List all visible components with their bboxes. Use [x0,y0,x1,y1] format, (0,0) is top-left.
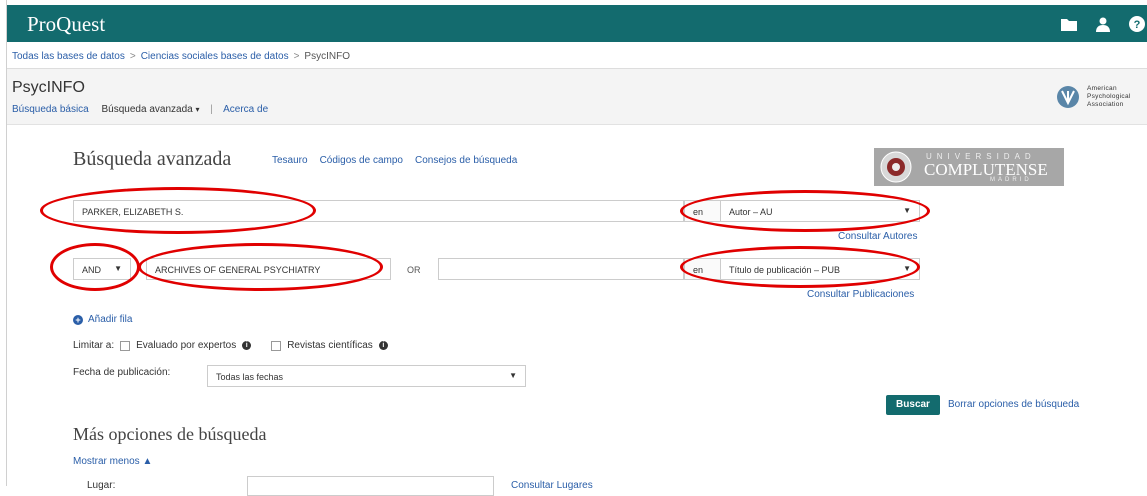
apa-logo: American Psychological Association [1055,81,1147,113]
search-tips-link[interactable]: Consejos de búsqueda [415,155,517,166]
thesaurus-link[interactable]: Tesauro [272,155,308,166]
university-seal-icon [880,151,912,183]
scholarly-journals-checkbox[interactable] [271,340,282,351]
database-nav: Búsqueda básica Búsqueda avanzada ▾ | Ac… [12,104,268,115]
publication-date-value: Todas las fechas [216,372,284,382]
search-help-links: Tesauro Códigos de campo Consejos de bús… [272,155,517,166]
info-icon[interactable]: i [242,341,252,350]
top-bar: ProQuest ? [7,5,1147,42]
browse-authors-link[interactable]: Consultar Autores [838,231,918,242]
search-term-2b-input[interactable] [438,258,684,280]
database-header: PsycINFO Búsqueda básica Búsqueda avanza… [7,69,1147,125]
peer-reviewed-label: Evaluado por expertos [136,340,237,351]
add-row-label: Añadir fila [88,314,133,325]
info-icon[interactable]: i [378,341,388,350]
browse-publications-link[interactable]: Consultar Publicaciones [807,289,914,300]
limit-label: Limitar a: [73,340,115,351]
caret-down-icon: ▾ [195,105,200,114]
user-icon[interactable] [1093,14,1113,34]
advanced-search-label: Búsqueda avanzada [101,104,193,115]
apa-line-3: Association [1087,101,1124,108]
peer-reviewed-checkbox[interactable] [120,340,131,351]
plus-circle-icon: + [73,314,83,325]
breadcrumb-all-databases[interactable]: Todas las bases de datos [12,51,125,62]
annotation-ellipse-author-field [680,190,930,232]
caret-down-icon: ▼ [509,371,517,380]
scholarly-journals-label: Revistas científicas [287,340,373,351]
more-options-heading: Más opciones de búsqueda [73,424,267,444]
left-border [0,0,7,486]
database-title: PsycINFO [12,79,85,96]
search-button[interactable]: Buscar [886,395,940,415]
annotation-ellipse-boolean [50,243,140,291]
complutense-logo: UNIVERSIDAD COMPLUTENSE MADRID [874,148,1064,186]
folder-icon[interactable] [1059,14,1079,34]
proquest-logo[interactable]: ProQuest [27,12,105,37]
breadcrumb: Todas las bases de datos > Ciencias social… [12,51,350,62]
apa-line-2: Psychological [1087,93,1131,100]
about-link[interactable]: Acerca de [223,104,268,115]
field-codes-link[interactable]: Códigos de campo [320,155,403,166]
ucm-bottom-text: MADRID [990,177,1032,183]
help-icon[interactable]: ? [1127,14,1147,34]
breadcrumb-current: PsycINFO [304,51,350,62]
nav-divider: | [210,104,213,115]
show-less-toggle[interactable]: Mostrar menos ▲ [73,456,152,467]
advanced-search-menu[interactable]: Búsqueda avanzada ▾ [102,104,200,115]
page-title: Búsqueda avanzada [73,148,232,170]
publication-date-select[interactable]: Todas las fechas ▼ [207,365,526,387]
apa-emblem-icon [1057,86,1079,108]
add-row-button[interactable]: + Añadir fila [73,314,132,325]
annotation-ellipse-publication-term [138,243,383,291]
top-icons: ? [1059,14,1147,34]
annotation-ellipse-publication-field [680,246,920,288]
or-label: OR [407,265,421,275]
breadcrumb-social-sciences[interactable]: Ciencias sociales bases de datos [141,51,289,62]
apa-line-1: American [1087,85,1117,92]
breadcrumb-separator: > [293,51,300,62]
clear-search-link[interactable]: Borrar opciones de búsqueda [948,399,1079,410]
place-input[interactable] [247,476,494,496]
limit-to: Limitar a: Evaluado por expertos i Revis… [73,340,388,351]
svg-text:?: ? [1134,19,1141,31]
breadcrumb-separator: > [129,51,136,62]
publication-date-label: Fecha de publicación: [73,367,171,378]
annotation-ellipse-author-term [40,187,316,234]
basic-search-link[interactable]: Búsqueda básica [12,104,89,115]
